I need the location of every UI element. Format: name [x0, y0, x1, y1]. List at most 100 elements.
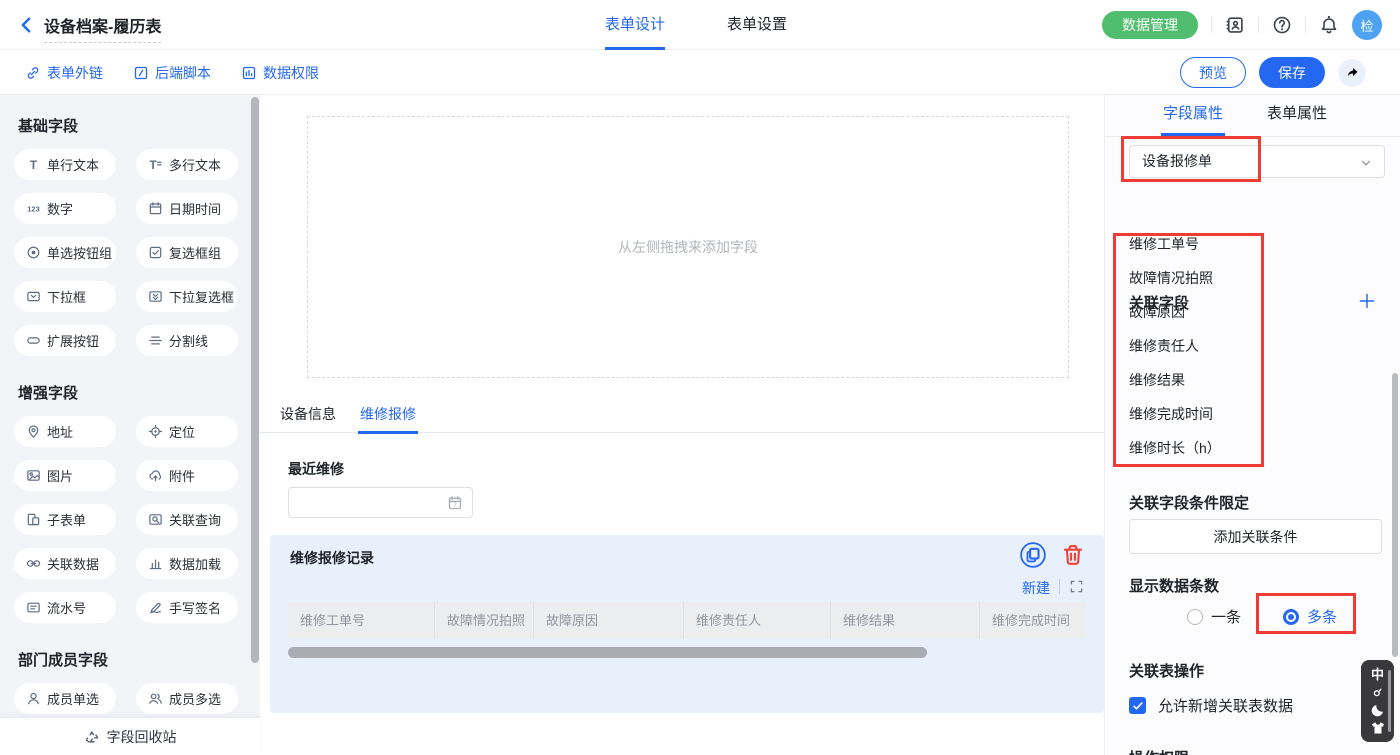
page-scrollbar[interactable] [1392, 373, 1398, 657]
save-button[interactable]: 保存 [1259, 57, 1325, 88]
field-pill-关联数据[interactable]: 关联数据 [14, 548, 116, 579]
field-recycle-bin[interactable]: 字段回收站 [0, 717, 260, 755]
linked-field-item[interactable]: 维修时长（h） [1129, 431, 1329, 465]
display-option-0[interactable]: 一条 [1187, 606, 1241, 627]
preview-button[interactable]: 预览 [1180, 57, 1246, 88]
single-text-icon: T [26, 157, 41, 172]
add-condition-button[interactable]: 添加关联条件 [1129, 519, 1382, 554]
radio-checked[interactable] [1283, 609, 1299, 625]
sidebar-scrollbar[interactable] [251, 97, 259, 663]
field-pill-label: 关联数据 [47, 554, 99, 573]
linked-field-item[interactable]: 故障原因 [1129, 295, 1329, 329]
field-pill-数字[interactable]: 123数字 [14, 193, 116, 224]
share-button[interactable] [1338, 59, 1366, 87]
linked-form-select[interactable]: 设备报修单 [1129, 145, 1385, 178]
field-pill-手写签名[interactable]: 手写签名 [136, 592, 238, 623]
field-pill-多行文本[interactable]: T多行文本 [136, 149, 238, 180]
form-toolbar: 表单外链 后端脚本 数据权限 预览 保存 [0, 50, 1400, 95]
linked-field-item[interactable]: 维修结果 [1129, 363, 1329, 397]
field-pill-label: 图片 [47, 466, 73, 485]
attachment-icon [148, 468, 163, 483]
ime-mark-icon[interactable] [1370, 684, 1386, 700]
divider-icon [148, 333, 163, 348]
link-data-icon [26, 556, 41, 571]
toolbar-link-0[interactable]: 表单外链 [25, 63, 103, 83]
delete-field-icon[interactable] [1060, 542, 1086, 568]
canvas-tab-0[interactable]: 设备信息 [278, 404, 338, 433]
notification-bell-icon[interactable] [1319, 15, 1339, 35]
field-pill-子表单[interactable]: 子表单 [14, 504, 116, 535]
radio-unchecked[interactable] [1187, 609, 1203, 625]
field-pill-label: 复选框组 [169, 243, 221, 262]
repair-records-panel[interactable]: 维修报修记录 新建 维修工单号故障情况拍照故障原因维修责任人维修结果维修完成时间 [270, 535, 1104, 713]
address-book-icon[interactable] [1225, 15, 1245, 35]
display-option-1[interactable]: 多条 [1283, 606, 1337, 627]
allow-add-label: 允许新增关联表数据 [1158, 695, 1293, 716]
repair-records-title: 维修报修记录 [290, 548, 374, 568]
ime-floating-widget[interactable]: 中 [1361, 660, 1394, 742]
toolbar-link-label: 后端脚本 [155, 63, 211, 83]
field-pill-label: 数字 [47, 199, 73, 218]
field-pill-关联查询[interactable]: 关联查询 [136, 504, 238, 535]
divider [1258, 17, 1259, 33]
help-icon[interactable] [1272, 15, 1292, 35]
field-pill-成员多选[interactable]: 成员多选 [136, 683, 238, 714]
recent-repair-date-input[interactable]: 7 [288, 487, 473, 518]
data-manage-button[interactable]: 数据管理 [1102, 11, 1198, 39]
linked-field-item[interactable]: 维修完成时间 [1129, 397, 1329, 431]
location-icon [148, 424, 163, 439]
field-pill-单选按钮组[interactable]: 单选按钮组 [14, 237, 116, 268]
linked-fields-list: 维修工单号故障情况拍照故障原因维修责任人维修结果维修完成时间维修时长（h） [1129, 227, 1329, 465]
canvas-tabs: 设备信息维修报修 [278, 404, 418, 433]
recent-repair-field-label: 最近维修 [288, 459, 344, 479]
header-tab-0[interactable]: 表单设计 [605, 0, 665, 50]
allow-add-checkbox[interactable] [1129, 697, 1146, 714]
copy-field-icon[interactable] [1020, 542, 1046, 568]
header-tab-1[interactable]: 表单设置 [727, 0, 787, 50]
field-grid: T单行文本 T多行文本 123数字日期时间单选按钮组 复选框组下拉框下拉复选框扩展按钮… [14, 149, 246, 356]
field-pill-复选框组[interactable]: 复选框组 [136, 237, 238, 268]
clipped-section-title: 操作权限 [1129, 747, 1189, 755]
properties-tab-0[interactable]: 字段属性 [1161, 95, 1225, 136]
avatar[interactable]: 检 [1352, 10, 1382, 40]
field-pill-日期时间[interactable]: 日期时间 [136, 193, 238, 224]
table-horizontal-scrollbar[interactable] [288, 647, 927, 658]
canvas-dropzone[interactable]: 从左侧拖拽来添加字段 [307, 116, 1069, 378]
field-pill-下拉复选框[interactable]: 下拉复选框 [136, 281, 238, 312]
canvas-tab-1[interactable]: 维修报修 [358, 404, 418, 433]
field-pill-分割线[interactable]: 分割线 [136, 325, 238, 356]
linked-field-item[interactable]: 维修工单号 [1129, 227, 1329, 261]
multi-select-icon [148, 289, 163, 304]
canvas-tab-bar: 设备信息维修报修 [260, 404, 1104, 433]
properties-tab-1[interactable]: 表单属性 [1265, 95, 1329, 136]
field-pill-附件[interactable]: 附件 [136, 460, 238, 491]
field-pill-扩展按钮[interactable]: 扩展按钮 [14, 325, 116, 356]
new-record-link[interactable]: 新建 [1022, 578, 1050, 598]
field-section-title: 增强字段 [18, 382, 246, 403]
toolbar-link-1[interactable]: 后端脚本 [133, 63, 211, 83]
dark-mode-moon-icon[interactable] [1370, 702, 1386, 718]
ime-language-indicator[interactable]: 中 [1370, 666, 1386, 682]
field-pill-单行文本[interactable]: T单行文本 [14, 149, 116, 180]
field-pill-图片[interactable]: 图片 [14, 460, 116, 491]
field-pill-流水号[interactable]: 流水号 [14, 592, 116, 623]
field-palette-sidebar: 基础字段T单行文本T多行文本123数字日期时间单选按钮组复选框组下拉框下拉复选框… [0, 95, 260, 755]
field-pill-地址[interactable]: 地址 [14, 416, 116, 447]
field-pill-label: 成员单选 [47, 689, 99, 708]
data-load-icon [148, 556, 163, 571]
allow-add-option[interactable]: 允许新增关联表数据 [1129, 695, 1293, 716]
linked-field-item[interactable]: 维修责任人 [1129, 329, 1329, 363]
expand-icon[interactable] [1069, 579, 1084, 594]
field-pill-数据加载[interactable]: 数据加载 [136, 548, 238, 579]
theme-shirt-icon[interactable] [1370, 720, 1386, 736]
field-pill-成员单选[interactable]: 成员单选 [14, 683, 116, 714]
field-pill-label: 手写签名 [169, 598, 221, 617]
back-icon[interactable] [16, 15, 36, 35]
linked-field-item[interactable]: 故障情况拍照 [1129, 261, 1329, 295]
field-pill-label: 数据加载 [169, 554, 221, 573]
toolbar-link-2[interactable]: 数据权限 [241, 63, 319, 83]
field-grid: 地址定位图片 附件子表单关联查询关联数据 数据加载流水号 手写签名 [14, 416, 246, 623]
add-linked-field-icon[interactable] [1358, 292, 1376, 310]
field-pill-定位[interactable]: 定位 [136, 416, 238, 447]
field-pill-下拉框[interactable]: 下拉框 [14, 281, 116, 312]
